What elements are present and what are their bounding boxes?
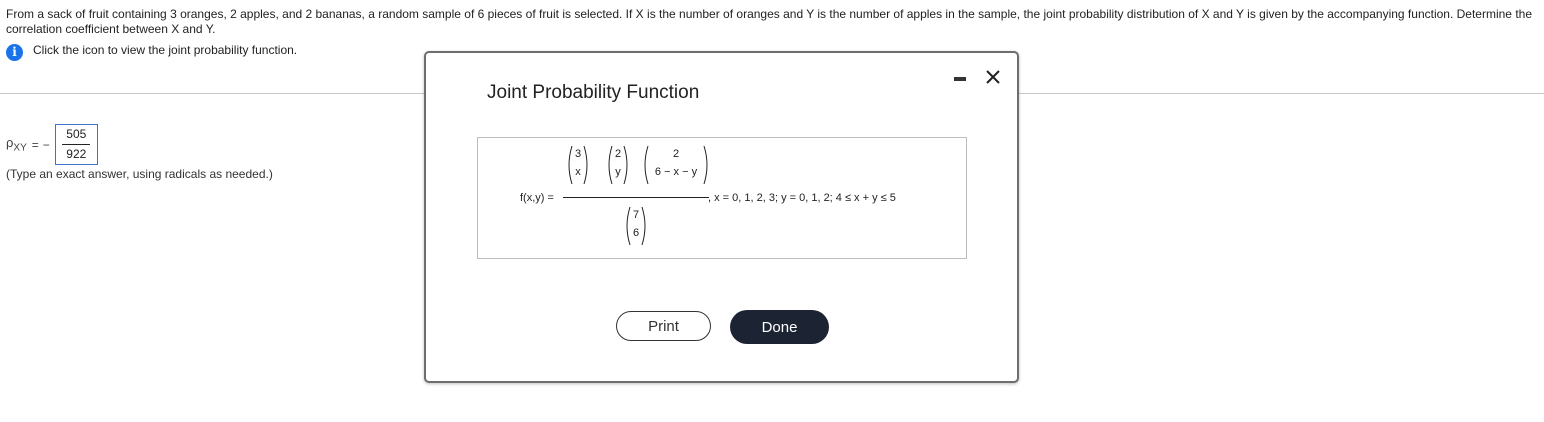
answer-note: (Type an exact answer, using radicals as… xyxy=(6,167,273,181)
binomial-2-6xy-top: 2 xyxy=(672,148,680,160)
hint-text: Click the icon to view the joint probabi… xyxy=(33,43,298,57)
info-icon[interactable]: i xyxy=(6,43,23,61)
answer-input[interactable]: 505 922 xyxy=(54,124,98,165)
binomial-7-6: 7 6 xyxy=(625,206,647,246)
question-text: From a sack of fruit containing 3 orange… xyxy=(6,7,1532,36)
formula-fraction-bar xyxy=(563,197,709,198)
formula-lhs: f(x,y) = xyxy=(520,192,554,204)
joint-probability-dialog: Joint Probability Function f(x,y) = 3 x … xyxy=(424,51,1019,383)
binomial-3-x-bottom: x xyxy=(575,166,581,178)
rho-subscript: XY xyxy=(13,142,27,154)
dialog-title: Joint Probability Function xyxy=(487,82,700,103)
negative-sign: − xyxy=(42,137,50,152)
fraction-bar xyxy=(62,144,91,145)
close-icon[interactable] xyxy=(984,68,1002,86)
answer-row: ρXY = − 505 922 xyxy=(6,124,98,165)
binomial-2-y-bottom: y xyxy=(615,166,621,178)
binomial-3-x: 3 x xyxy=(567,145,589,185)
binomial-7-6-bottom: 6 xyxy=(632,227,640,239)
done-button[interactable]: Done xyxy=(730,310,829,344)
binomial-7-6-top: 7 xyxy=(632,209,640,221)
binomial-2-6xy-bottom: 6 − x − y xyxy=(654,166,698,178)
binomial-3-x-top: 3 xyxy=(574,148,582,160)
equals-sign: = xyxy=(31,137,39,152)
binomial-2-6xy: 2 6 − x − y xyxy=(643,145,709,185)
answer-numerator[interactable]: 505 xyxy=(66,127,86,142)
formula-box: f(x,y) = 3 x 2 y 2 6 − x − y 7 6 , x = 0… xyxy=(477,137,967,259)
answer-denominator[interactable]: 922 xyxy=(66,147,86,162)
minimize-button[interactable] xyxy=(954,77,966,81)
print-button[interactable]: Print xyxy=(616,311,711,341)
binomial-2-y: 2 y xyxy=(607,145,629,185)
formula-domain: , x = 0, 1, 2, 3; y = 0, 1, 2; 4 ≤ x + y… xyxy=(708,192,896,204)
binomial-2-y-top: 2 xyxy=(614,148,622,160)
rho-label: ρXY xyxy=(6,135,27,154)
hint-row: i Click the icon to view the joint proba… xyxy=(6,42,297,62)
